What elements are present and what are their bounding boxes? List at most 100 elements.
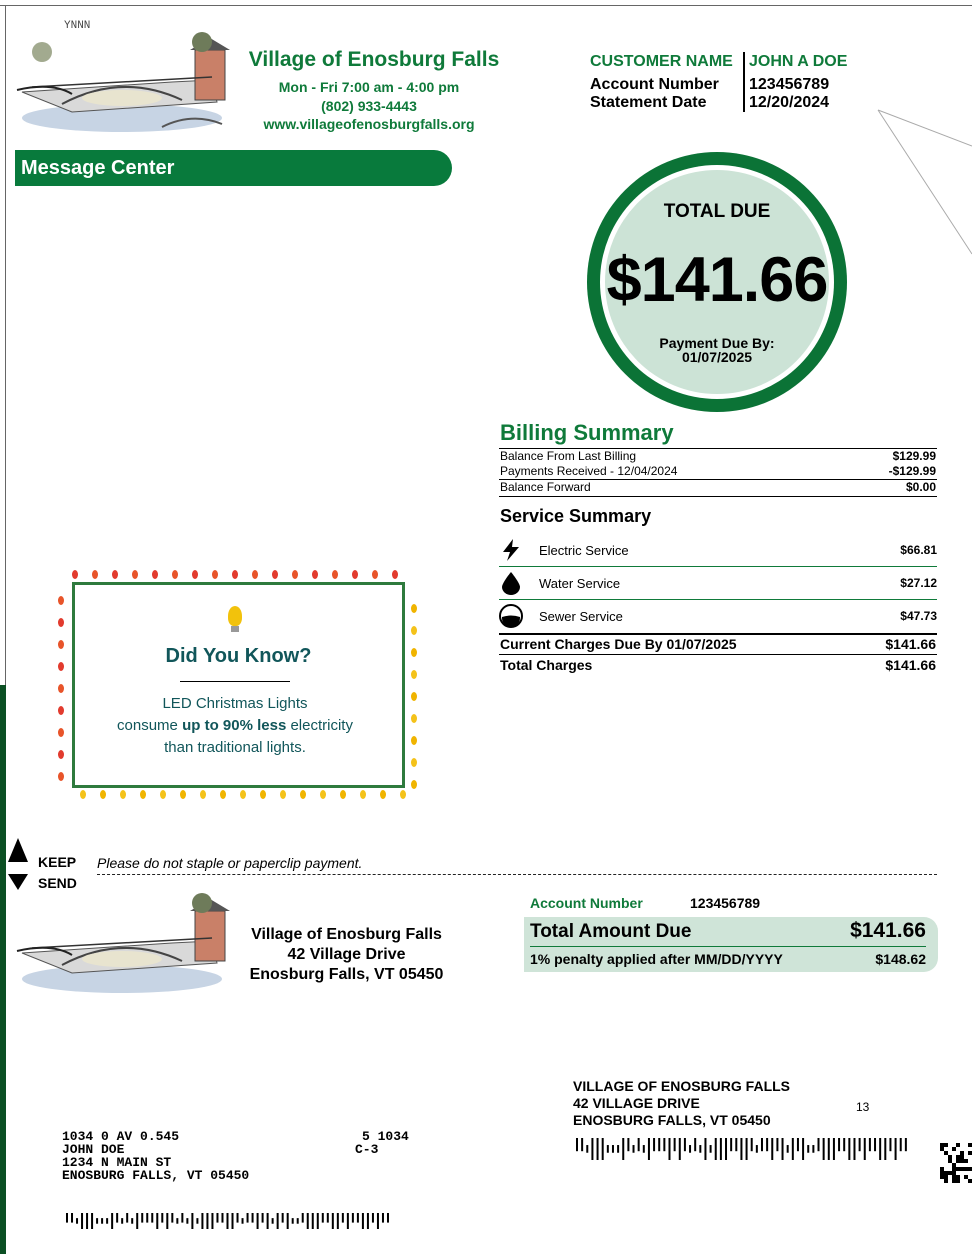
barcode-bar: [719, 1138, 722, 1160]
christmas-light: [411, 714, 417, 723]
christmas-light: [411, 626, 417, 635]
christmas-light: [411, 648, 417, 657]
barcode-bar: [827, 1138, 830, 1160]
barcode-bar: [843, 1138, 846, 1152]
did-you-know-rule: [180, 681, 290, 682]
account-number-label: Account Number: [590, 76, 719, 93]
qr-module: [960, 1151, 964, 1155]
customer-name: JOHN A DOE: [749, 53, 848, 70]
phone-number[interactable]: (802) 933-4443: [244, 98, 494, 114]
website-link[interactable]: www.villageofenosburgfalls.org: [244, 116, 494, 132]
christmas-light: [400, 790, 406, 799]
barcode-bar: [879, 1138, 882, 1160]
barcode-bar: [627, 1138, 630, 1152]
barcode-bar: [576, 1138, 578, 1152]
barcode-bar: [858, 1138, 861, 1152]
barcode-bar: [381, 1213, 384, 1223]
qr-module: [956, 1167, 960, 1171]
barcode-bar: [791, 1138, 794, 1160]
barcode-bar: [306, 1213, 309, 1229]
did-you-know-text: consume: [117, 717, 183, 734]
bridge-logo-remit: [16, 893, 230, 993]
barcode-bar: [714, 1138, 717, 1160]
barcode-bar: [730, 1138, 733, 1152]
qr-module: [940, 1175, 944, 1179]
stub-total-value: $141.66: [850, 919, 926, 942]
barcode-bar: [586, 1145, 589, 1153]
barcode-bar: [286, 1213, 289, 1229]
christmas-light: [280, 790, 286, 799]
barcode-bar: [236, 1213, 239, 1223]
billing-row-label: Payments Received - 12/04/2024: [500, 464, 678, 478]
barcode-bar: [371, 1213, 374, 1223]
keep-send-arrows-icon: [8, 838, 28, 890]
christmas-light: [160, 790, 166, 799]
barcode-bar: [331, 1213, 334, 1229]
qr-module: [956, 1179, 960, 1183]
qr-module: [964, 1159, 968, 1163]
barcode-bar: [755, 1145, 758, 1153]
qr-module: [956, 1143, 960, 1147]
barcode-bar: [301, 1213, 304, 1223]
christmas-light: [232, 570, 238, 579]
christmas-light: [180, 790, 186, 799]
message-center-label: Message Center: [21, 157, 175, 179]
customer-name-label: CUSTOMER NAME: [590, 53, 733, 70]
barcode-bar: [611, 1145, 614, 1153]
barcode-bar: [689, 1145, 692, 1153]
christmas-light: [332, 570, 338, 579]
barcode-bar: [91, 1213, 94, 1229]
christmas-light: [58, 772, 64, 781]
barcode-bar: [632, 1145, 635, 1153]
qr-module: [960, 1159, 964, 1163]
statement-date: 12/20/2024: [749, 94, 830, 111]
barcode-bar: [356, 1213, 359, 1223]
remit-city: Enosburg Falls, VT 05450: [249, 966, 444, 983]
barcode-bar: [346, 1213, 349, 1229]
header-code: YNNN: [64, 20, 91, 32]
account-number: 123456789: [749, 76, 830, 93]
barcode-bar: [894, 1138, 897, 1160]
current-charges-label: Current Charges Due By 01/07/2025: [500, 636, 737, 652]
qr-module: [948, 1171, 952, 1175]
barcode-bar: [889, 1138, 892, 1152]
billing-row: Balance From Last Billing $129.99: [500, 449, 936, 464]
qr-module: [952, 1163, 956, 1167]
service-amount: $27.12: [900, 576, 937, 590]
service-row-electric: Electric Service $66.81: [499, 534, 937, 566]
barcode-bar: [156, 1213, 159, 1229]
christmas-light: [58, 596, 64, 605]
barcode-bar: [863, 1138, 866, 1160]
barcode-bar: [884, 1138, 887, 1160]
barcode-bar: [231, 1213, 234, 1229]
barcode-bar: [581, 1138, 584, 1152]
send-label: SEND: [38, 875, 77, 891]
barcode-bar: [131, 1218, 134, 1224]
barcode-bar: [658, 1138, 661, 1152]
bridge-logo: [16, 32, 230, 132]
barcode-bar: [201, 1213, 204, 1229]
christmas-light: [392, 570, 398, 579]
qr-module: [952, 1171, 956, 1175]
lightning-icon: [503, 539, 519, 561]
barcode-bar: [316, 1213, 319, 1229]
barcode-bar: [111, 1213, 114, 1229]
page-border-left: [5, 5, 6, 685]
service-row-water: Water Service $27.12: [499, 567, 937, 599]
christmas-light: [112, 570, 118, 579]
barcode-bar: [832, 1138, 835, 1160]
barcode-bar: [296, 1218, 299, 1224]
christmas-light: [380, 790, 386, 799]
christmas-light: [292, 570, 298, 579]
fold-mark: [877, 109, 972, 255]
christmas-light: [372, 570, 378, 579]
qr-module: [956, 1155, 960, 1159]
light-bulb-icon: [228, 606, 242, 626]
christmas-light: [212, 570, 218, 579]
billing-row-label: Balance From Last Billing: [500, 449, 637, 463]
christmas-light: [132, 570, 138, 579]
qr-module: [968, 1179, 972, 1183]
mail-to-street: 42 VILLAGE DRIVE: [573, 1095, 700, 1111]
barcode-bar: [326, 1213, 329, 1223]
christmas-light: [80, 790, 86, 799]
